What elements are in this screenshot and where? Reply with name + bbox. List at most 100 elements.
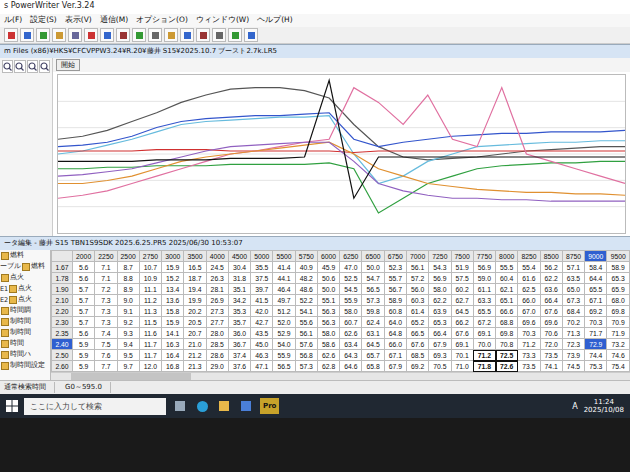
table-cell[interactable]: 63.1 xyxy=(362,328,384,339)
table-cell[interactable]: 5.6 xyxy=(73,273,95,284)
table-cell[interactable]: 63.9 xyxy=(429,306,451,317)
clock[interactable]: 11:242025/10/08 xyxy=(584,398,624,415)
table-cell[interactable]: 5.6 xyxy=(73,328,95,339)
tree-item[interactable]: 時間調 xyxy=(0,305,50,316)
column-header[interactable]: 7500 xyxy=(451,251,473,262)
table-cell[interactable]: 69.2 xyxy=(585,306,607,317)
table-cell[interactable]: 66.0 xyxy=(518,295,540,306)
table-cell[interactable]: 7.3 xyxy=(95,306,117,317)
table-cell[interactable]: 9.7 xyxy=(117,361,139,372)
column-header[interactable]: 5500 xyxy=(273,251,295,262)
table-cell[interactable]: 30.4 xyxy=(228,262,250,273)
column-header[interactable]: 8250 xyxy=(518,251,540,262)
table-cell[interactable]: 64.6 xyxy=(340,361,362,372)
table-cell[interactable]: 71.8 xyxy=(473,361,495,372)
zoom-icon[interactable] xyxy=(14,60,25,73)
table-cell[interactable]: 35.1 xyxy=(228,284,250,295)
table-cell[interactable]: 26.3 xyxy=(206,273,228,284)
table-cell[interactable]: 67.1 xyxy=(384,350,406,361)
tree-item[interactable]: 時間 xyxy=(0,338,50,349)
column-header[interactable]: 8750 xyxy=(562,251,584,262)
table-cell[interactable]: 36.0 xyxy=(228,328,250,339)
table-cell[interactable]: 70.9 xyxy=(607,317,630,328)
table-cell[interactable]: 10.9 xyxy=(139,273,161,284)
row-header[interactable]: 2.40 xyxy=(52,339,73,350)
table-cell[interactable]: 74.1 xyxy=(540,361,562,372)
table-cell[interactable]: 60.8 xyxy=(384,306,406,317)
table-cell[interactable]: 63.5 xyxy=(562,273,584,284)
tool-icon[interactable] xyxy=(212,28,226,42)
table-cell[interactable]: 55.7 xyxy=(384,273,406,284)
table-cell[interactable]: 65.8 xyxy=(362,361,384,372)
table-cell[interactable]: 24.5 xyxy=(206,262,228,273)
table-cell[interactable]: 60.4 xyxy=(496,273,518,284)
edge-icon[interactable] xyxy=(194,398,210,414)
table-cell[interactable]: 67.6 xyxy=(540,306,562,317)
table-cell[interactable]: 46.4 xyxy=(273,284,295,295)
table-cell[interactable]: 54.1 xyxy=(295,306,317,317)
row-header[interactable]: 2.20 xyxy=(52,306,73,317)
table-cell[interactable]: 63.3 xyxy=(473,295,495,306)
table-cell[interactable]: 27.3 xyxy=(206,306,228,317)
table-cell[interactable]: 5.6 xyxy=(73,262,95,273)
table-cell[interactable]: 47.0 xyxy=(340,262,362,273)
table-cell[interactable]: 57.3 xyxy=(295,361,317,372)
table-cell[interactable]: 64.3 xyxy=(340,350,362,361)
table-cell[interactable]: 41.4 xyxy=(273,262,295,273)
table-cell[interactable]: 56.2 xyxy=(540,262,562,273)
tree-item[interactable]: 点火 xyxy=(0,272,50,283)
table-cell[interactable]: 15.9 xyxy=(162,317,184,328)
table-cell[interactable]: 75.4 xyxy=(607,361,630,372)
table-cell[interactable]: 56.7 xyxy=(384,284,406,295)
table-cell[interactable]: 71.7 xyxy=(585,328,607,339)
table-cell[interactable]: 52.2 xyxy=(295,295,317,306)
table-cell[interactable]: 45.9 xyxy=(317,262,339,273)
menu-item[interactable]: 表示(V) xyxy=(65,15,92,26)
app-button[interactable]: Pro xyxy=(260,398,279,414)
column-header[interactable]: 2500 xyxy=(117,251,139,262)
column-header[interactable]: 6000 xyxy=(317,251,339,262)
table-cell[interactable]: 29.0 xyxy=(206,361,228,372)
tool-icon[interactable] xyxy=(180,28,194,42)
column-header[interactable]: 4500 xyxy=(228,251,250,262)
table-cell[interactable]: 73.5 xyxy=(540,350,562,361)
tree-item[interactable]: 制時間 xyxy=(0,316,50,327)
table-cell[interactable]: 42.0 xyxy=(251,306,273,317)
table-cell[interactable]: 57.1 xyxy=(562,262,584,273)
table-cell[interactable]: 61.4 xyxy=(406,306,428,317)
table-cell[interactable]: 56.5 xyxy=(273,361,295,372)
table-cell[interactable]: 8.9 xyxy=(117,284,139,295)
table-cell[interactable]: 37.6 xyxy=(228,361,250,372)
table-cell[interactable]: 7.1 xyxy=(95,262,117,273)
row-header[interactable]: 1.90 xyxy=(52,284,73,295)
tool-icon[interactable] xyxy=(244,28,258,42)
column-header[interactable]: 8000 xyxy=(496,251,518,262)
table-cell[interactable]: 39.7 xyxy=(251,284,273,295)
table-cell[interactable]: 67.2 xyxy=(473,317,495,328)
table-cell[interactable]: 62.7 xyxy=(451,295,473,306)
table-cell[interactable]: 62.4 xyxy=(362,317,384,328)
table-cell[interactable]: 20.2 xyxy=(184,306,206,317)
table-cell[interactable]: 31.8 xyxy=(228,273,250,284)
column-header[interactable]: 2750 xyxy=(139,251,161,262)
table-cell[interactable]: 7.5 xyxy=(95,339,117,350)
table-cell[interactable]: 74.6 xyxy=(607,350,630,361)
windows-icon[interactable] xyxy=(6,400,18,412)
column-header[interactable]: 9500 xyxy=(607,251,630,262)
column-header[interactable]: 9000 xyxy=(585,251,607,262)
tool-icon[interactable] xyxy=(20,28,34,42)
tool-icon[interactable] xyxy=(52,28,66,42)
task-view-icon[interactable] xyxy=(172,398,188,414)
table-cell[interactable]: 73.9 xyxy=(562,350,584,361)
table-cell[interactable]: 57.6 xyxy=(295,339,317,350)
table-cell[interactable]: 66.4 xyxy=(540,295,562,306)
table-cell[interactable]: 62.2 xyxy=(540,273,562,284)
table-cell[interactable]: 54.3 xyxy=(429,262,451,273)
row-header[interactable]: 1.67 xyxy=(52,262,73,273)
zoom-icon[interactable] xyxy=(2,60,13,73)
table-cell[interactable]: 67.6 xyxy=(406,339,428,350)
tool-icon[interactable] xyxy=(4,28,18,42)
table-cell[interactable]: 55.1 xyxy=(317,295,339,306)
table-cell[interactable]: 52.5 xyxy=(340,273,362,284)
table-cell[interactable]: 27.7 xyxy=(206,317,228,328)
